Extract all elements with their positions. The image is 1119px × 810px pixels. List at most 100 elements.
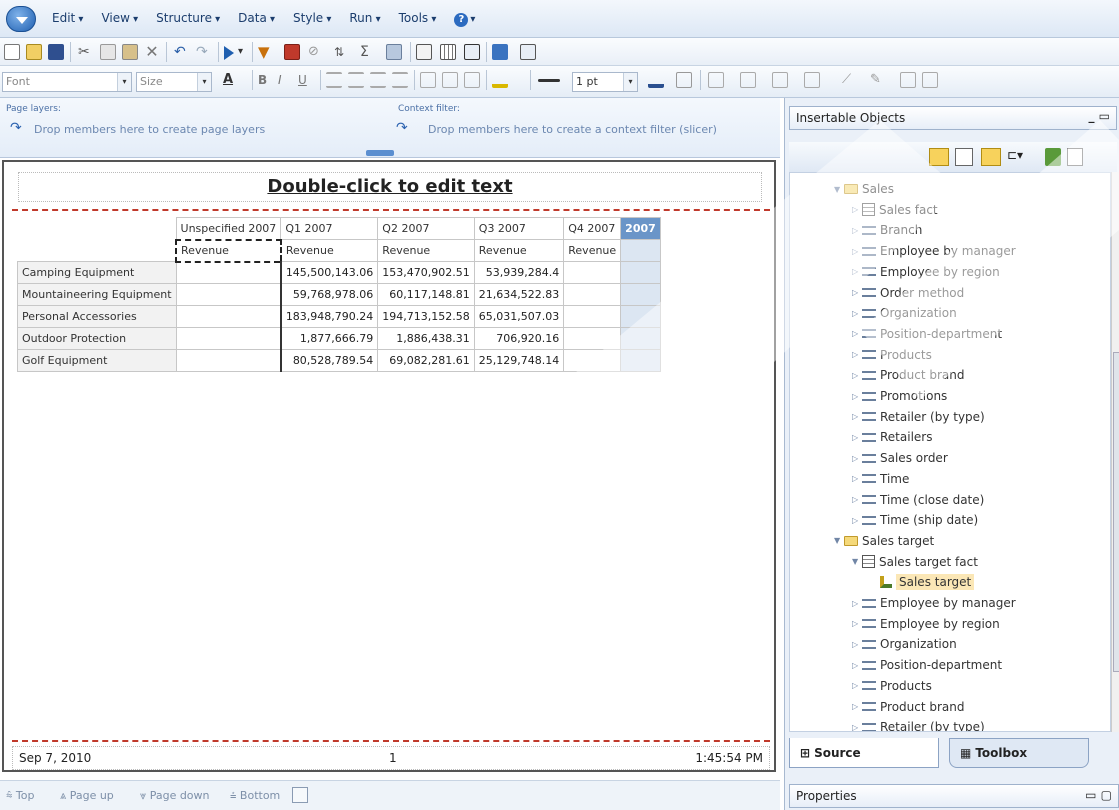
data-cell[interactable]: 706,920.16	[473, 327, 565, 350]
italic-icon[interactable]: I	[278, 72, 294, 88]
font-combo[interactable]: Font ▾	[2, 72, 132, 92]
tree-node-dim[interactable]: ▷ Time (close date)	[852, 490, 984, 510]
summarize-icon[interactable]: Σ	[360, 44, 376, 60]
tree-node-folder[interactable]: ▼ Sales	[834, 179, 894, 199]
fill-color-icon[interactable]	[492, 72, 508, 88]
data-cell[interactable]	[563, 349, 622, 372]
source-tree[interactable]: ▼ Sales ▷ Sales fact ▷ Branch ▷ Employee by man…	[789, 172, 1111, 732]
image-icon[interactable]	[922, 72, 938, 88]
column-header[interactable]: Q1 2007	[280, 217, 379, 240]
nav-top[interactable]: ⩯ Top	[6, 789, 34, 803]
calculate-icon[interactable]	[386, 44, 402, 60]
tree-node-folder[interactable]: ▼ Sales target	[834, 531, 934, 551]
view-list-icon[interactable]	[981, 148, 1001, 166]
expand-icon[interactable]: ▷	[852, 640, 862, 649]
tree-node-dim[interactable]: ▷ Branch	[852, 220, 922, 240]
copy-icon[interactable]	[100, 44, 116, 60]
data-cell[interactable]	[620, 261, 662, 284]
conditional-style-icon[interactable]	[804, 72, 820, 88]
padding-icon[interactable]	[708, 72, 724, 88]
menu-style[interactable]: Style	[293, 11, 331, 27]
expand-icon[interactable]: ▷	[852, 309, 862, 318]
filter-icon[interactable]: ▼	[258, 44, 274, 60]
collapse-handle[interactable]	[366, 150, 394, 156]
expand-icon[interactable]: ▷	[852, 205, 862, 214]
measure-header[interactable]: Revenue	[563, 239, 622, 262]
tree-node-dim[interactable]: ▷ Retailer (by type)	[852, 407, 985, 427]
align-left-icon[interactable]	[326, 72, 342, 88]
menu-structure[interactable]: Structure	[156, 11, 220, 27]
data-cell[interactable]	[563, 305, 622, 328]
data-cell[interactable]: 80,528,789.54	[280, 349, 379, 372]
nav-bottom[interactable]: ⩮ Bottom	[230, 789, 280, 803]
tree-node-dim[interactable]: ▷ Products	[852, 345, 932, 365]
expand-icon[interactable]: ▷	[852, 723, 862, 731]
align-center-icon[interactable]	[348, 72, 364, 88]
valign-middle-icon[interactable]	[442, 72, 458, 88]
pivot-icon[interactable]	[440, 44, 456, 60]
tree-scroll-thumb[interactable]	[1113, 352, 1119, 672]
expand-icon[interactable]: ▷	[852, 681, 862, 690]
tree-node-dim[interactable]: ▷ Organization	[852, 303, 957, 323]
data-cell[interactable]: 145,500,143.06	[280, 261, 379, 284]
tree-node-dim[interactable]: ▷ Organization	[852, 634, 957, 654]
nav-page-up[interactable]: ⩓ Page up	[60, 789, 114, 803]
tab-source[interactable]: ⊞ Source	[789, 738, 939, 768]
tree-node-fact[interactable]: ▷ Sales fact	[852, 200, 938, 220]
data-cell[interactable]	[175, 327, 282, 350]
expand-icon[interactable]: ▷	[852, 661, 862, 670]
save-icon[interactable]	[48, 44, 64, 60]
data-cell[interactable]	[175, 305, 282, 328]
borders-icon[interactable]	[676, 72, 692, 88]
expand-icon[interactable]: ▷	[852, 247, 862, 256]
class-icon[interactable]	[772, 72, 788, 88]
tab-toolbox[interactable]: ▦ Toolbox	[949, 738, 1089, 768]
report-header-text[interactable]: Double-click to edit text	[18, 172, 762, 202]
column-header[interactable]: Unspecified 2007	[175, 217, 282, 240]
expand-icon[interactable]: ▷	[852, 474, 862, 483]
data-cell[interactable]: 1,877,666.79	[280, 327, 379, 350]
data-cell[interactable]: 59,768,978.06	[280, 283, 379, 306]
data-cell[interactable]	[563, 261, 622, 284]
menu-view[interactable]: View	[101, 11, 138, 27]
nav-page-down[interactable]: ⩔ Page down	[140, 789, 210, 803]
cut-icon[interactable]: ✂	[78, 44, 94, 60]
menu-data[interactable]: Data	[238, 11, 275, 27]
margin-icon[interactable]	[740, 72, 756, 88]
font-color-icon[interactable]: A	[220, 72, 236, 88]
data-cell[interactable]: 25,129,748.14	[473, 349, 565, 372]
align-right-icon[interactable]	[370, 72, 386, 88]
measure-header[interactable]: Revenue	[175, 238, 282, 263]
row-header[interactable]: Outdoor Protection	[17, 327, 177, 350]
collapse-icon[interactable]: ▼	[834, 536, 844, 545]
tree-scrollbar[interactable]	[1111, 172, 1119, 732]
data-cell[interactable]: 60,117,148.81	[377, 283, 475, 306]
collapse-icon[interactable]: ▼	[834, 185, 844, 194]
suppress-icon[interactable]	[284, 44, 300, 60]
column-header[interactable]: Q4 2007	[563, 217, 622, 240]
apply-style-icon[interactable]: ✎	[870, 72, 886, 88]
tree-node-dim[interactable]: ▷ Employee by region	[852, 262, 1000, 282]
data-cell[interactable]: 194,713,152.58	[377, 305, 475, 328]
expand-icon[interactable]: ▷	[852, 226, 862, 235]
view-members-icon[interactable]	[929, 148, 949, 166]
data-cell[interactable]: 183,948,790.24	[280, 305, 379, 328]
data-cell[interactable]: 53,939,284.4	[473, 261, 565, 284]
data-cell[interactable]	[563, 327, 622, 350]
data-cell[interactable]: 153,470,902.51	[377, 261, 475, 284]
tree-node-fact[interactable]: ▼ Sales target fact	[852, 552, 978, 572]
size-combo[interactable]: Size ▾	[136, 72, 212, 92]
help-menu[interactable]: ? ▾	[454, 11, 475, 27]
expand-icon[interactable]: ▷	[852, 267, 862, 276]
expand-icon[interactable]: ▷	[852, 454, 862, 463]
measure-header[interactable]: Revenue	[280, 239, 379, 262]
new-icon[interactable]	[4, 44, 20, 60]
tree-node-dim[interactable]: ▷ Sales order	[852, 448, 948, 468]
expand-icon[interactable]: ▷	[852, 350, 862, 359]
grid-icon[interactable]	[900, 72, 916, 88]
crosstab[interactable]: Unspecified 2007 Q1 2007 Q2 2007 Q3 2007 Q4 …	[17, 217, 662, 372]
data-cell[interactable]: 65,031,507.03	[473, 305, 565, 328]
bold-icon[interactable]: B	[258, 72, 274, 88]
expand-icon[interactable]: ▷	[852, 433, 862, 442]
expand-icon[interactable]: ▷	[852, 329, 862, 338]
